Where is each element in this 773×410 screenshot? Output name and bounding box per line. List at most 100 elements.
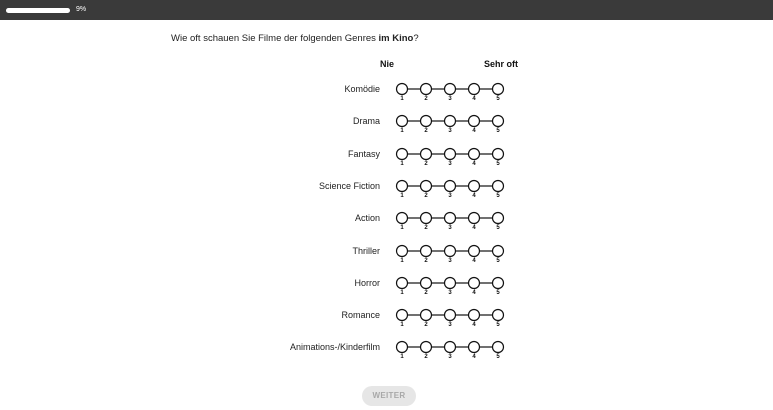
radio-option[interactable] <box>443 276 457 290</box>
row-label: Drama <box>352 116 380 127</box>
scale-number: 3 <box>448 257 452 264</box>
rating-scale: 1 2 3 4 5 <box>395 243 507 267</box>
scale-number: 4 <box>472 225 476 232</box>
scale-number: 5 <box>496 322 500 329</box>
question-prefix: Wie oft schauen Sie Filme der folgenden … <box>171 33 379 44</box>
scale-number: 4 <box>472 289 476 296</box>
scale-number: 4 <box>472 322 476 329</box>
scale-number: 4 <box>472 192 476 199</box>
row-label: Thriller <box>352 245 380 256</box>
scale-label-right: Sehr oft <box>484 59 519 69</box>
scale-number: 1 <box>400 225 404 232</box>
rating-row: Drama 1 2 3 4 5 <box>0 113 773 139</box>
progress-track <box>6 8 70 13</box>
scale-number: 4 <box>472 257 476 264</box>
radio-option[interactable] <box>395 276 409 290</box>
radio-option[interactable] <box>491 82 505 96</box>
scale-number: 3 <box>448 322 452 329</box>
radio-option[interactable] <box>467 308 481 322</box>
scale-number: 2 <box>424 128 428 135</box>
scale-number: 5 <box>496 257 500 264</box>
scale-number: 3 <box>448 289 452 296</box>
radio-option[interactable] <box>419 179 433 193</box>
scale-number: 2 <box>424 289 428 296</box>
radio-option[interactable] <box>491 179 505 193</box>
radio-option[interactable] <box>395 244 409 258</box>
radio-option[interactable] <box>443 244 457 258</box>
radio-option[interactable] <box>395 82 409 96</box>
rating-row: Science Fiction 1 2 3 4 5 <box>0 178 773 204</box>
scale-number: 2 <box>424 225 428 232</box>
radio-option[interactable] <box>395 308 409 322</box>
top-progress-bar: 9% <box>0 0 773 20</box>
scale-number: 5 <box>496 192 500 199</box>
question-emphasis: im Kino <box>378 33 414 44</box>
radio-option[interactable] <box>419 276 433 290</box>
scale-number: 2 <box>424 354 428 361</box>
radio-option[interactable] <box>419 244 433 258</box>
radio-option[interactable] <box>467 244 481 258</box>
row-label: Fantasy <box>347 148 380 159</box>
scale-number: 3 <box>448 160 452 167</box>
rating-row: Animations-/Kinderfilm 1 2 3 4 5 <box>0 339 773 365</box>
scale-number: 2 <box>424 96 428 102</box>
radio-option[interactable] <box>443 82 457 96</box>
scale-number: 1 <box>400 257 404 264</box>
radio-option[interactable] <box>419 308 433 322</box>
radio-option[interactable] <box>467 82 481 96</box>
scale-number: 1 <box>400 354 404 361</box>
scale-label-left: Nie <box>380 59 395 69</box>
scale-number: 4 <box>472 354 476 361</box>
next-button[interactable]: WEITER <box>362 386 416 406</box>
rating-scale: 1 2 3 4 5 <box>395 113 507 137</box>
rating-row: Romance 1 2 3 4 5 <box>0 307 773 333</box>
rating-scale: 1 2 3 4 5 <box>395 210 507 234</box>
radio-option[interactable] <box>491 308 505 322</box>
rating-scale: 1 2 3 4 5 <box>395 275 507 299</box>
question-suffix: ? <box>413 33 419 44</box>
radio-option[interactable] <box>443 179 457 193</box>
question-text: Wie oft schauen Sie Filme der folgenden … <box>171 33 419 44</box>
scale-number: 3 <box>448 96 452 102</box>
rating-row: Fantasy 1 2 3 4 5 <box>0 146 773 172</box>
rating-scale: 1 2 3 4 5 <box>395 178 507 202</box>
row-label: Animations-/Kinderfilm <box>289 342 380 353</box>
radio-option[interactable] <box>467 147 481 161</box>
radio-option[interactable] <box>419 147 433 161</box>
scale-number: 5 <box>496 225 500 232</box>
radio-option[interactable] <box>443 308 457 322</box>
row-label: Science Fiction <box>318 180 380 191</box>
scale-number: 1 <box>400 322 404 329</box>
scale-number: 3 <box>448 192 452 199</box>
scale-number: 1 <box>400 160 404 167</box>
rating-row: Horror 1 2 3 4 5 <box>0 275 773 301</box>
scale-number: 5 <box>496 128 500 135</box>
radio-option[interactable] <box>395 179 409 193</box>
radio-option[interactable] <box>491 276 505 290</box>
progress-fill <box>6 8 70 13</box>
radio-option[interactable] <box>419 82 433 96</box>
scale-number: 2 <box>424 160 428 167</box>
scale-number: 4 <box>472 160 476 167</box>
radio-option[interactable] <box>491 244 505 258</box>
scale-number: 4 <box>472 96 476 102</box>
row-label: Action <box>354 213 380 224</box>
row-label: Komödie <box>344 84 380 94</box>
radio-option[interactable] <box>491 147 505 161</box>
scale-number: 2 <box>424 192 428 199</box>
progress-percent: 9% <box>76 6 87 13</box>
scale-number: 3 <box>448 128 452 135</box>
radio-option[interactable] <box>467 179 481 193</box>
scale-number: 2 <box>424 257 428 264</box>
radio-option[interactable] <box>443 147 457 161</box>
radio-option[interactable] <box>395 147 409 161</box>
scale-number: 1 <box>400 192 404 199</box>
rating-scale: 1 2 3 4 5 <box>395 81 507 105</box>
scale-number: 1 <box>400 96 404 102</box>
rating-row: Action 1 2 3 4 5 <box>0 210 773 236</box>
scale-number: 1 <box>400 128 404 135</box>
scale-number: 5 <box>496 96 500 102</box>
rating-row: Komödie 1 2 3 4 5 <box>0 81 773 107</box>
radio-option[interactable] <box>467 276 481 290</box>
scale-number: 3 <box>448 225 452 232</box>
